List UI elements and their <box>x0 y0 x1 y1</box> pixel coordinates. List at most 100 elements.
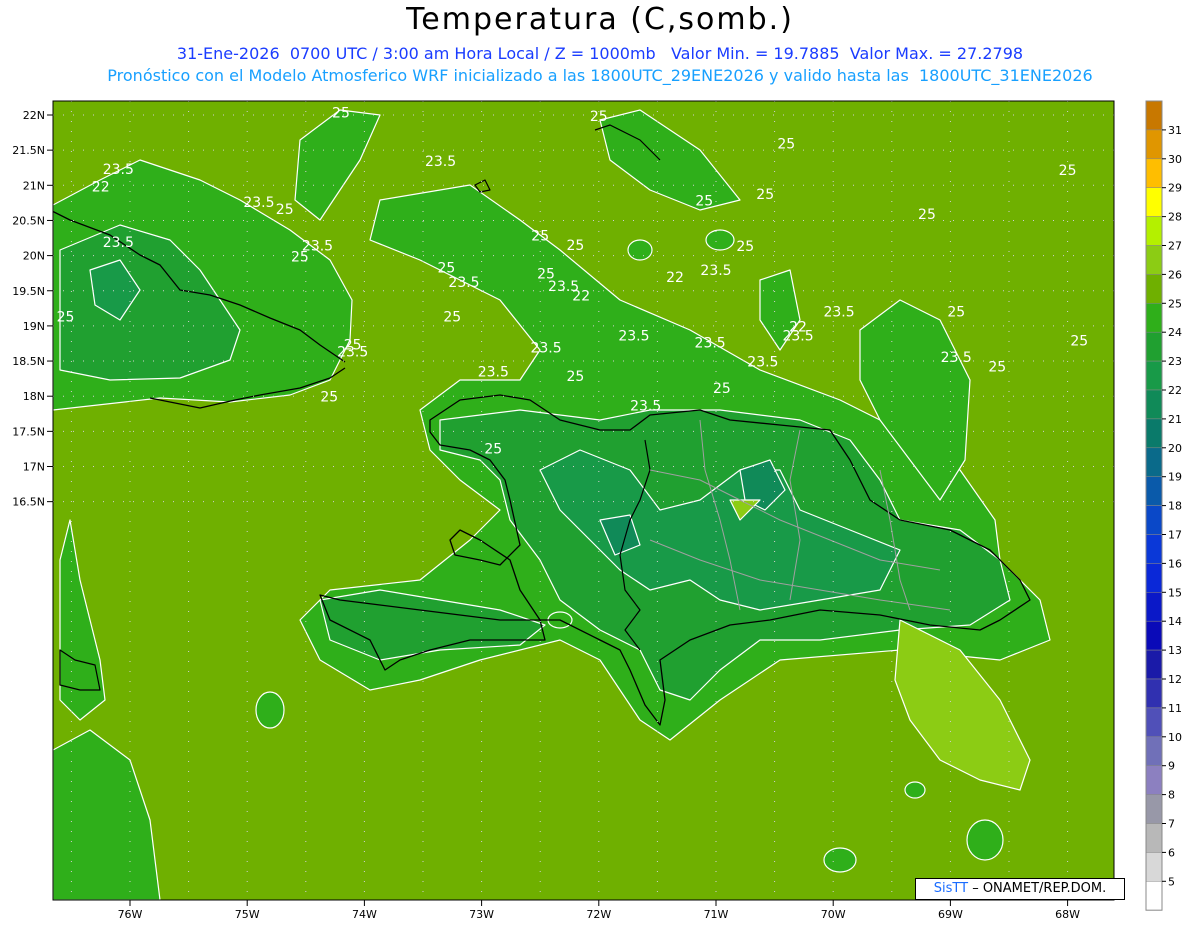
sistt-logo: SisTT <box>933 881 969 896</box>
legend-label: 6 <box>1168 846 1175 859</box>
legend-swatch <box>1145 476 1163 506</box>
lat-label: 22N <box>23 109 45 122</box>
contour-label: 23.5 <box>823 305 854 321</box>
contour-label: 22 <box>92 179 110 195</box>
legend-label: 16 <box>1168 557 1182 570</box>
band-24-patch <box>823 847 857 873</box>
legend-swatch <box>1145 274 1163 304</box>
legend-label: 13 <box>1168 644 1182 657</box>
lat-label: 19.5N <box>12 285 45 298</box>
legend-swatch <box>1145 245 1163 275</box>
legend-label: 28 <box>1168 211 1182 224</box>
lat-label: 21N <box>23 179 45 192</box>
legend-label: 23 <box>1168 355 1182 368</box>
contour-label: 23.5 <box>695 335 726 351</box>
contour-label: 23.5 <box>782 328 813 344</box>
contour-label: 25 <box>320 390 338 406</box>
legend-swatch <box>1145 100 1163 131</box>
contour-label: 25 <box>531 229 549 245</box>
credit-text: – ONAMET/REP.DOM. <box>968 881 1107 896</box>
lat-label: 19N <box>23 320 45 333</box>
legend-swatch <box>1145 592 1163 622</box>
legend-swatch <box>1145 794 1163 824</box>
contour-label: 23.5 <box>448 275 479 291</box>
contour-label: 23.5 <box>243 195 274 211</box>
legend-swatch <box>1145 418 1163 449</box>
legend-swatch <box>1145 216 1163 246</box>
contour-label: 25 <box>777 137 795 153</box>
band-24-patch <box>904 781 926 799</box>
legend-label: 12 <box>1168 673 1182 686</box>
legend-swatch <box>1145 649 1163 680</box>
contour-label: 25 <box>756 187 774 203</box>
legend-label: 25 <box>1168 297 1182 310</box>
contour-label: 23.5 <box>425 154 456 170</box>
contour-label: 25 <box>57 309 75 325</box>
contour-label: 25 <box>695 193 713 209</box>
lon-label: 71W <box>704 908 729 921</box>
credit-box: SisTT – ONAMET/REP.DOM. <box>915 878 1125 900</box>
lat-label: 18.5N <box>12 355 45 368</box>
legend-swatch <box>1145 678 1163 709</box>
contour-label: 25 <box>566 238 584 254</box>
legend-swatch <box>1145 389 1163 420</box>
contour-label: 23.5 <box>941 350 972 366</box>
legend-label: 17 <box>1168 529 1182 542</box>
legend-label: 29 <box>1168 182 1182 195</box>
lat-label: 18N <box>23 390 45 403</box>
contour-label: 25 <box>918 207 936 223</box>
lon-label: 72W <box>586 908 611 921</box>
contour-label: 23.5 <box>630 399 661 415</box>
legend-swatch <box>1145 852 1163 882</box>
legend-swatch <box>1145 360 1163 391</box>
legend-swatch <box>1145 158 1163 188</box>
legend-label: 10 <box>1168 731 1182 744</box>
lon-label: 74W <box>352 908 377 921</box>
lon-label: 76W <box>118 908 143 921</box>
contour-label: 25 <box>1070 333 1088 349</box>
legend-swatch <box>1145 187 1163 217</box>
legend-swatch <box>1145 563 1163 593</box>
contour-label: 25 <box>276 202 294 218</box>
lon-label: 75W <box>235 908 260 921</box>
legend-label: 7 <box>1168 818 1175 831</box>
lon-label: 69W <box>938 908 963 921</box>
legend-swatch <box>1145 881 1163 911</box>
legend-label: 22 <box>1168 384 1182 397</box>
lat-label: 17.5N <box>12 425 45 438</box>
contour-label: 25 <box>590 109 608 125</box>
legend-label: 20 <box>1168 442 1182 455</box>
legend-swatch <box>1145 707 1163 738</box>
contour-label: 23.5 <box>103 235 134 251</box>
contour-label: 25 <box>484 442 502 458</box>
legend-swatch <box>1145 620 1163 651</box>
legend-label: 30 <box>1168 153 1182 166</box>
contour-label: 23.5 <box>618 328 649 344</box>
contour-label: 22 <box>666 270 684 286</box>
band-24-patch <box>966 819 1004 861</box>
legend-swatch <box>1145 823 1163 853</box>
lat-label: 20N <box>23 250 45 263</box>
contour-label: 25 <box>736 239 754 255</box>
legend-swatch <box>1145 736 1163 766</box>
lat-label: 17N <box>23 461 45 474</box>
band-24-patch <box>705 229 735 251</box>
legend-label: 27 <box>1168 240 1182 253</box>
contour-label: 23.5 <box>337 345 368 361</box>
legend-swatch <box>1145 534 1163 564</box>
legend-label: 31 <box>1168 124 1182 137</box>
contour-label: 23.5 <box>478 364 509 380</box>
contour-label: 23.5 <box>103 162 134 178</box>
lon-label: 70W <box>821 908 846 921</box>
lon-label: 68W <box>1055 908 1080 921</box>
lat-label: 16.5N <box>12 496 45 509</box>
band-24-patch <box>627 239 653 261</box>
legend-label: 26 <box>1168 268 1182 281</box>
contour-label: 25 <box>291 250 309 266</box>
contour-label: 25 <box>1059 163 1077 179</box>
contour-label: 25 <box>988 359 1006 375</box>
contour-label: 25 <box>438 260 456 276</box>
legend-label: 8 <box>1168 789 1175 802</box>
legend-label: 5 <box>1168 875 1175 888</box>
contour-label: 23.5 <box>530 340 561 356</box>
